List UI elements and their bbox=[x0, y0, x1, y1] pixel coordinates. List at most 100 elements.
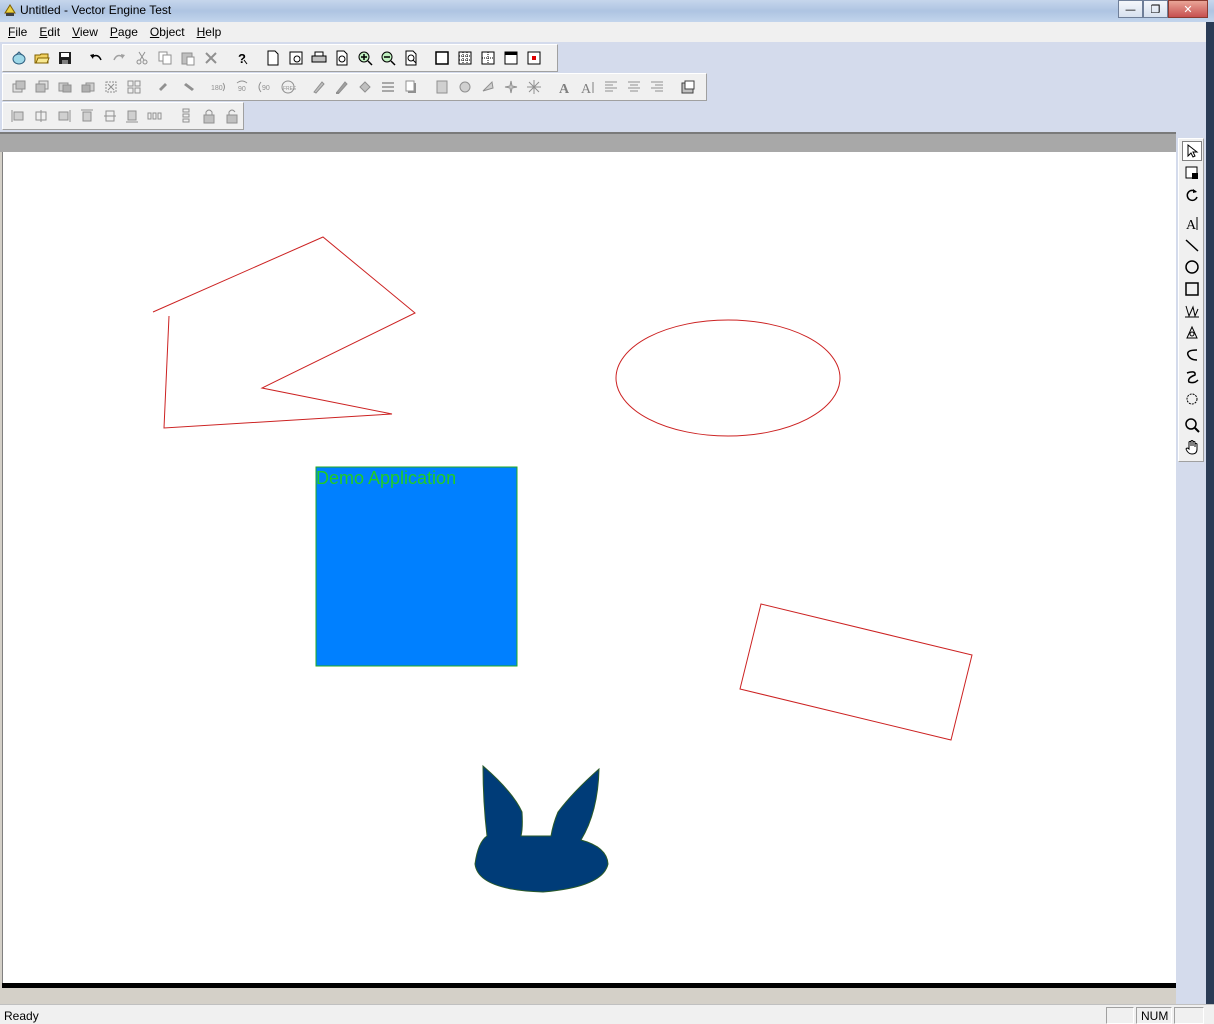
brush-color-button[interactable] bbox=[330, 76, 353, 98]
copy-button[interactable] bbox=[153, 47, 176, 69]
horizontal-scrollbar[interactable] bbox=[0, 988, 1176, 1004]
select-tool[interactable] bbox=[1182, 141, 1202, 161]
rotate-90-cw-button[interactable]: 90 bbox=[253, 76, 276, 98]
redo-button[interactable] bbox=[107, 47, 130, 69]
unlock-button[interactable] bbox=[220, 105, 243, 127]
align-objects-left-button[interactable] bbox=[7, 105, 30, 127]
cut-button[interactable] bbox=[130, 47, 153, 69]
menu-file[interactable]: File bbox=[2, 25, 33, 39]
align-center-button[interactable] bbox=[622, 76, 645, 98]
line-style-button[interactable] bbox=[376, 76, 399, 98]
shadow-button[interactable] bbox=[399, 76, 422, 98]
effect1-button[interactable] bbox=[430, 76, 453, 98]
ellipse-shape[interactable] bbox=[615, 319, 841, 437]
align-objects-vcenter-button[interactable] bbox=[98, 105, 121, 127]
center-button[interactable] bbox=[522, 47, 545, 69]
rotate-tool[interactable] bbox=[1182, 185, 1202, 205]
align-right-icon bbox=[650, 81, 663, 92]
align-objects-right-button[interactable] bbox=[53, 105, 76, 127]
free-rotate-button[interactable]: FREE bbox=[276, 76, 299, 98]
print-button[interactable] bbox=[307, 47, 330, 69]
menu-page[interactable]: Page bbox=[104, 25, 144, 39]
curve-tool[interactable] bbox=[1182, 345, 1202, 365]
new-button[interactable] bbox=[7, 47, 30, 69]
flip-horizontal-button[interactable] bbox=[153, 76, 176, 98]
pen-color-button[interactable] bbox=[307, 76, 330, 98]
menu-object[interactable]: Object bbox=[144, 25, 191, 39]
align-objects-hcenter-button[interactable] bbox=[30, 105, 53, 127]
menu-help[interactable]: Help bbox=[191, 25, 228, 39]
ungroup-button[interactable] bbox=[122, 76, 145, 98]
delete-button[interactable] bbox=[199, 47, 222, 69]
text-bold-button[interactable]: A bbox=[553, 76, 576, 98]
snap-grid-icon bbox=[481, 51, 494, 65]
save-button[interactable] bbox=[53, 47, 76, 69]
node-edit-tool[interactable] bbox=[1182, 163, 1202, 183]
align-objects-top-button[interactable] bbox=[75, 105, 98, 127]
rulers-button[interactable] bbox=[499, 47, 522, 69]
page-button[interactable] bbox=[261, 47, 284, 69]
space-down-button[interactable] bbox=[175, 105, 198, 127]
properties-button[interactable] bbox=[676, 76, 699, 98]
minimize-button[interactable]: — bbox=[1118, 0, 1143, 18]
align-right-button[interactable] bbox=[645, 76, 668, 98]
send-back-button[interactable] bbox=[30, 76, 53, 98]
effect2-button[interactable] bbox=[453, 76, 476, 98]
group-button[interactable] bbox=[99, 76, 122, 98]
drawing-canvas[interactable]: Demo Application bbox=[2, 152, 1176, 984]
restore-button[interactable]: ❐ bbox=[1143, 0, 1168, 18]
fill-button[interactable] bbox=[353, 76, 376, 98]
polyline-shape[interactable] bbox=[152, 236, 416, 429]
ellipse-tool[interactable] bbox=[1182, 257, 1202, 277]
help-button[interactable]: ? bbox=[230, 47, 253, 69]
zoom-page-button[interactable] bbox=[330, 47, 353, 69]
flip-vertical-icon bbox=[183, 83, 194, 91]
snap-grid-button[interactable] bbox=[476, 47, 499, 69]
menu-view-accel: V bbox=[72, 25, 80, 39]
text-tool[interactable]: A bbox=[1182, 213, 1202, 233]
zoom-fit-button[interactable] bbox=[399, 47, 422, 69]
blue-rectangle-shape[interactable] bbox=[315, 466, 518, 667]
zoom-out-button[interactable] bbox=[376, 47, 399, 69]
forward-button[interactable] bbox=[53, 76, 76, 98]
line-tool[interactable] bbox=[1182, 235, 1202, 255]
effect-drop-icon bbox=[482, 80, 494, 92]
paste-button[interactable] bbox=[176, 47, 199, 69]
polygon-tool[interactable] bbox=[1182, 323, 1202, 343]
menu-edit[interactable]: Edit bbox=[33, 25, 66, 39]
align-objects-bottom-button[interactable] bbox=[121, 105, 144, 127]
rotate-90-ccw-icon: 90 bbox=[236, 80, 247, 93]
pan-tool[interactable] bbox=[1182, 437, 1202, 457]
effect3-button[interactable] bbox=[476, 76, 499, 98]
zoom-tool[interactable] bbox=[1182, 415, 1202, 435]
frame-button[interactable] bbox=[430, 47, 453, 69]
effect5-button[interactable] bbox=[522, 76, 545, 98]
print-preview-button[interactable] bbox=[284, 47, 307, 69]
rectangle-tool[interactable] bbox=[1182, 279, 1202, 299]
bring-front-button[interactable] bbox=[7, 76, 30, 98]
lock-button[interactable] bbox=[197, 105, 220, 127]
demo-application-text[interactable]: Demo Application bbox=[316, 468, 456, 488]
lock-icon bbox=[203, 109, 215, 124]
undo-button[interactable] bbox=[84, 47, 107, 69]
effect4-button[interactable] bbox=[499, 76, 522, 98]
space-across-button[interactable] bbox=[144, 105, 167, 127]
undo-icon bbox=[89, 54, 102, 61]
close-button[interactable]: ✕ bbox=[1168, 0, 1208, 18]
rotated-rectangle-shape[interactable] bbox=[739, 603, 973, 741]
flip-vertical-button[interactable] bbox=[176, 76, 199, 98]
text-font-button[interactable]: A bbox=[576, 76, 599, 98]
status-bar: Ready NUM bbox=[0, 1004, 1214, 1024]
open-button[interactable] bbox=[30, 47, 53, 69]
rotate-90-ccw-button[interactable]: 90 bbox=[230, 76, 253, 98]
zoom-in-button[interactable] bbox=[353, 47, 376, 69]
backward-button[interactable] bbox=[76, 76, 99, 98]
menu-view[interactable]: View bbox=[66, 25, 104, 39]
bunny-blob-shape[interactable] bbox=[474, 764, 609, 893]
align-left-button[interactable] bbox=[599, 76, 622, 98]
rotate-180-button[interactable]: 180 bbox=[207, 76, 230, 98]
freehand-tool[interactable] bbox=[1182, 367, 1202, 387]
star-tool[interactable] bbox=[1182, 389, 1202, 409]
polyline-tool[interactable] bbox=[1182, 301, 1202, 321]
grid-button[interactable] bbox=[453, 47, 476, 69]
